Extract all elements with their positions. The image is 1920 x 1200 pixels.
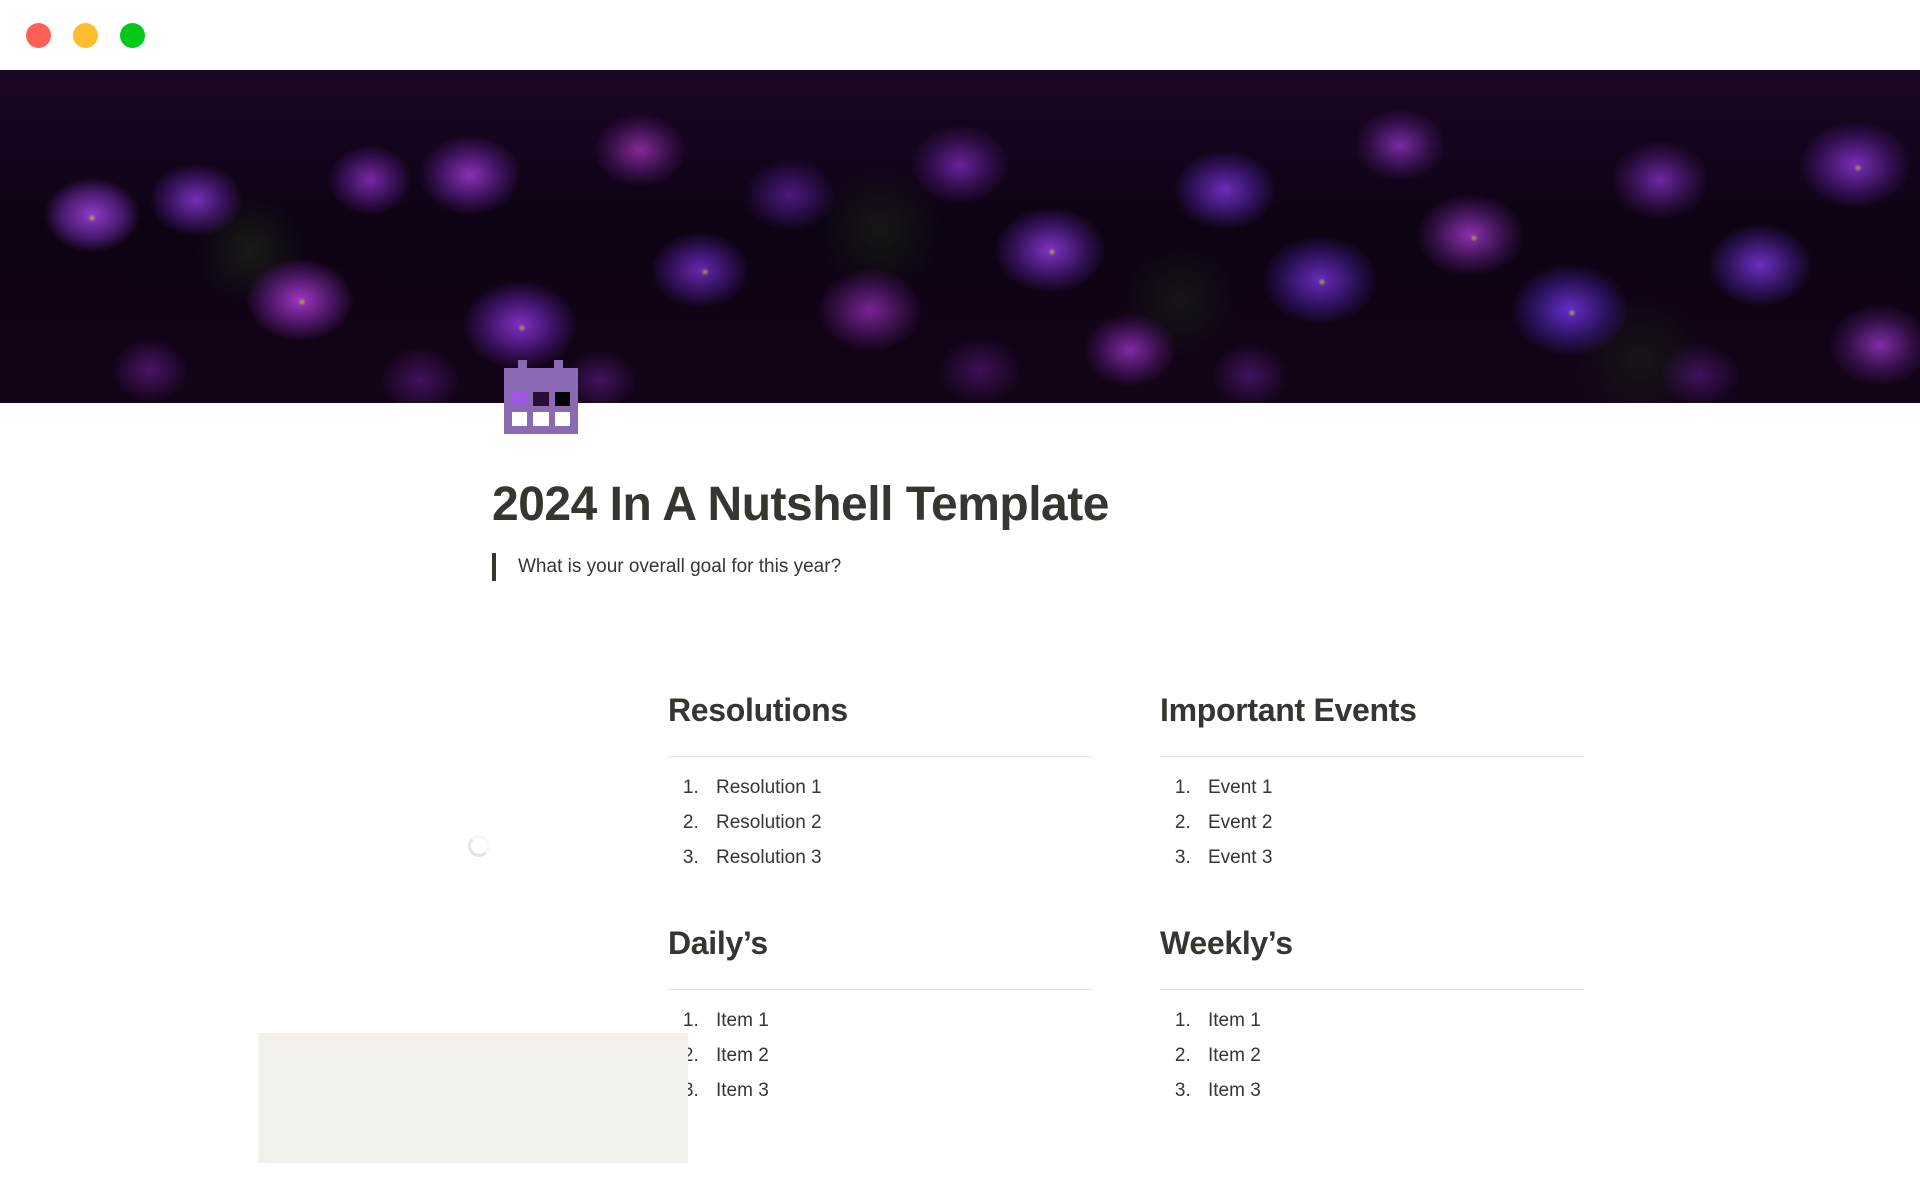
divider bbox=[1160, 989, 1584, 990]
quote-block[interactable]: What is your overall goal for this year? bbox=[492, 553, 841, 581]
middle-column: Resolutions Resolution 1 Resolution 2 Re… bbox=[668, 690, 1160, 1156]
section-dailys: Daily’s Item 1 Item 2 Item 3 bbox=[668, 923, 1160, 1102]
divider bbox=[1160, 756, 1584, 757]
loading-spinner-icon bbox=[468, 835, 490, 857]
cover-photo-flowers bbox=[0, 70, 1920, 403]
section-weeklys: Weekly’s Item 1 Item 2 Item 3 bbox=[1160, 923, 1652, 1102]
traffic-lights bbox=[26, 22, 145, 48]
calendar-cell bbox=[554, 392, 570, 406]
embed-placeholder-block[interactable] bbox=[258, 1033, 688, 1163]
section-heading[interactable]: Important Events bbox=[1160, 690, 1652, 730]
section-heading[interactable]: Resolutions bbox=[668, 690, 1160, 730]
window-title-bar bbox=[0, 0, 1920, 70]
section-important-events: Important Events Event 1 Event 2 Event 3 bbox=[1160, 690, 1652, 869]
section-heading[interactable]: Daily’s bbox=[668, 923, 1160, 963]
calendar-cell bbox=[554, 412, 570, 426]
dailys-list: Item 1 Item 2 Item 3 bbox=[668, 1010, 1160, 1102]
divider bbox=[668, 989, 1092, 990]
list-item[interactable]: Item 2 bbox=[704, 1045, 1160, 1067]
list-item[interactable]: Item 3 bbox=[1196, 1080, 1652, 1102]
important-events-list: Event 1 Event 2 Event 3 bbox=[1160, 777, 1652, 869]
list-item[interactable]: Event 1 bbox=[1196, 777, 1652, 799]
quote-text: What is your overall goal for this year? bbox=[518, 556, 842, 577]
page-cover-image[interactable] bbox=[0, 70, 1920, 403]
right-column: Important Events Event 1 Event 2 Event 3… bbox=[1160, 690, 1652, 1156]
calendar-cell bbox=[533, 392, 549, 406]
list-item[interactable]: Resolution 3 bbox=[704, 847, 1160, 869]
maximize-window-button[interactable] bbox=[120, 22, 145, 48]
column-layout: Resolutions Resolution 1 Resolution 2 Re… bbox=[240, 690, 1680, 1163]
calendar-body bbox=[504, 368, 578, 434]
calendar-icon[interactable] bbox=[504, 360, 578, 434]
weeklys-list: Item 1 Item 2 Item 3 bbox=[1160, 1010, 1652, 1102]
resolutions-list: Resolution 1 Resolution 2 Resolution 3 bbox=[668, 777, 1160, 869]
list-item[interactable]: Item 3 bbox=[704, 1080, 1160, 1102]
divider bbox=[668, 756, 1092, 757]
section-heading[interactable]: Weekly’s bbox=[1160, 923, 1652, 963]
calendar-cell bbox=[512, 412, 528, 426]
list-item[interactable]: Item 1 bbox=[1196, 1010, 1652, 1032]
list-item[interactable]: Item 2 bbox=[1196, 1045, 1652, 1067]
list-item[interactable]: Item 1 bbox=[704, 1010, 1160, 1032]
minimize-window-button[interactable] bbox=[73, 22, 98, 48]
left-column bbox=[240, 690, 688, 1163]
list-item[interactable]: Resolution 1 bbox=[704, 777, 1160, 799]
close-window-button[interactable] bbox=[26, 22, 51, 48]
section-resolutions: Resolutions Resolution 1 Resolution 2 Re… bbox=[668, 690, 1160, 869]
list-item[interactable]: Resolution 2 bbox=[704, 812, 1160, 834]
list-item[interactable]: Event 2 bbox=[1196, 812, 1652, 834]
page-title[interactable]: 2024 In A Nutshell Template bbox=[492, 477, 1109, 532]
calendar-cell bbox=[512, 392, 528, 406]
calendar-cell bbox=[533, 412, 549, 426]
list-item[interactable]: Event 3 bbox=[1196, 847, 1652, 869]
